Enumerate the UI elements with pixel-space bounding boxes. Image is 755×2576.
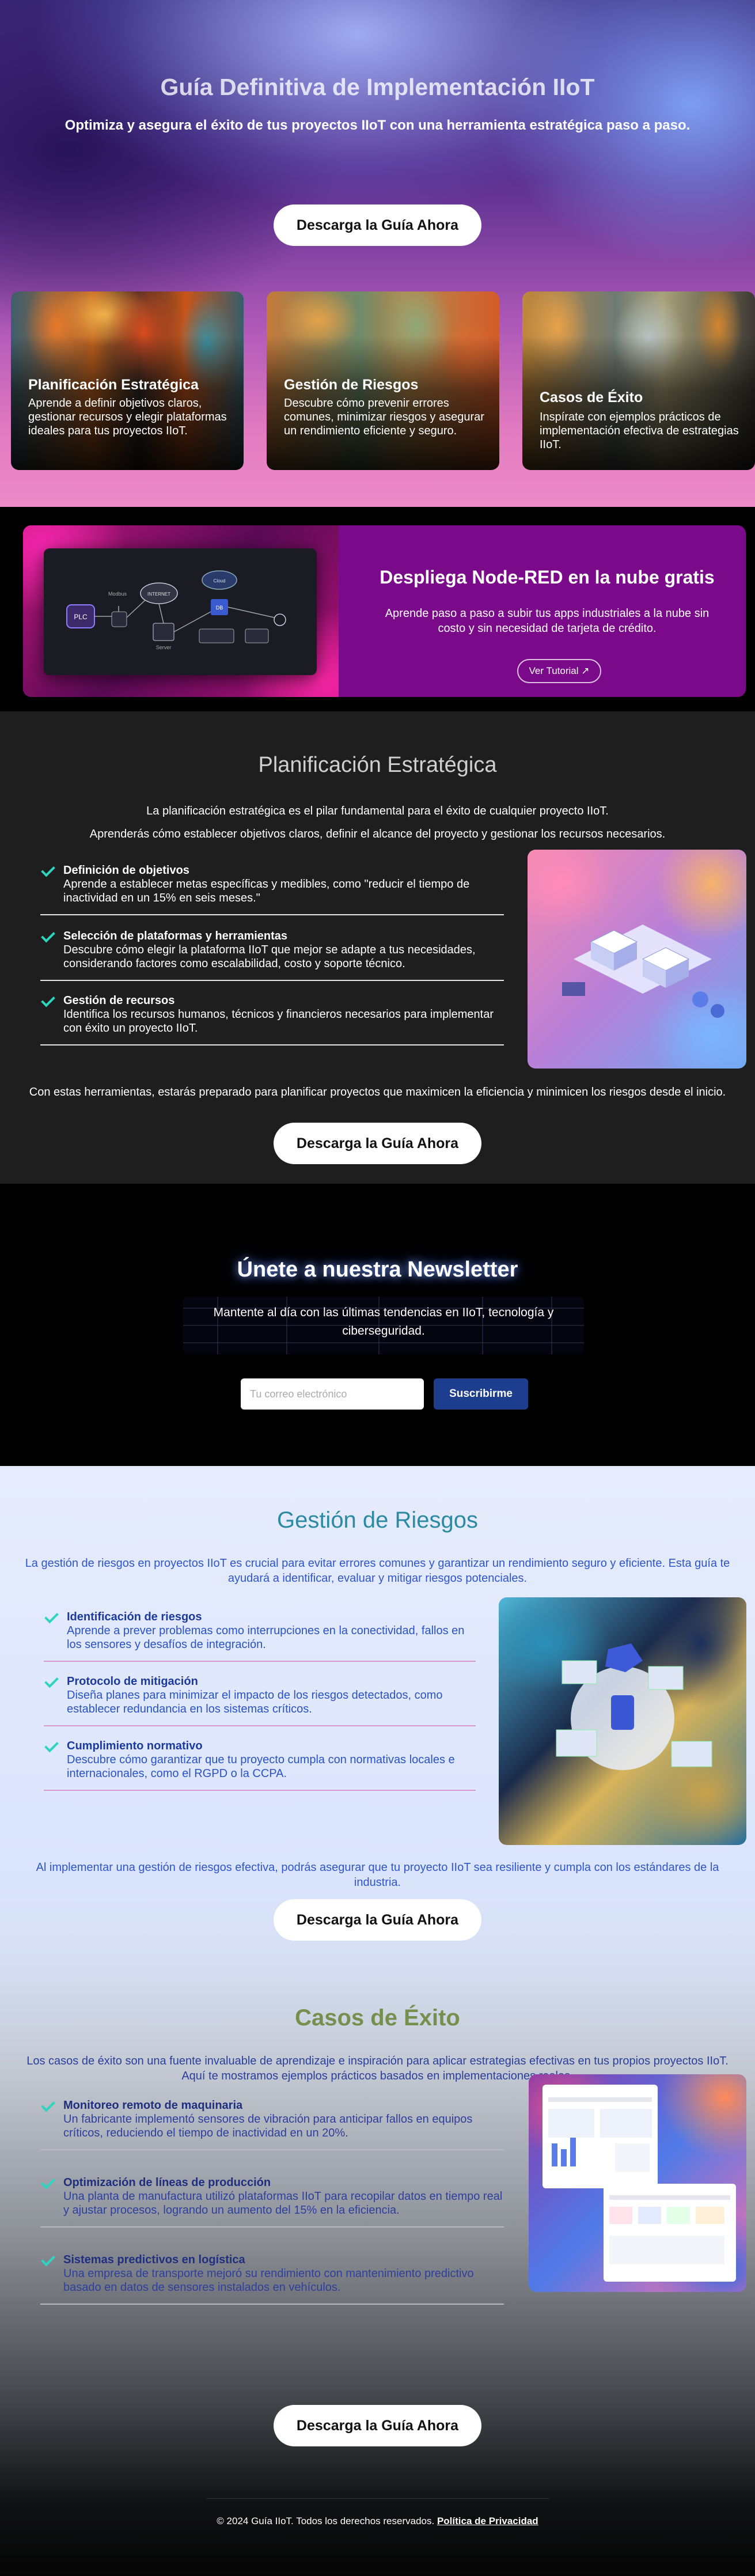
footer-copyright: © 2024 Guía IIoT. Todos los derechos res… bbox=[217, 2516, 435, 2526]
card-title: Gestión de Riesgos bbox=[284, 377, 419, 393]
diagram-internet-label: INTERNET bbox=[147, 592, 170, 597]
nodered-banner[interactable]: PLC Modbus INTERNET Server Cloud DB Desp… bbox=[23, 525, 746, 697]
email-input[interactable] bbox=[241, 1378, 424, 1410]
feature-item: Protocolo de mitigación Diseña planes par… bbox=[44, 1675, 476, 1726]
card-text: Descubre cómo prevenir errores comunes, … bbox=[284, 397, 484, 437]
feature-title: Protocolo de mitigación bbox=[67, 1675, 198, 1688]
download-guide-button[interactable]: Descarga la Guía Ahora bbox=[273, 1899, 482, 1941]
feature-title: Selección de plataformas y herramientas bbox=[63, 930, 288, 942]
exito-title: Casos de Éxito bbox=[295, 2005, 460, 2031]
download-guide-button[interactable]: Descarga la Guía Ahora bbox=[273, 1123, 482, 1164]
dashboard-mockup-image bbox=[529, 2074, 746, 2292]
card-title: Casos de Éxito bbox=[540, 389, 643, 406]
privacy-policy-link[interactable]: Política de Privacidad bbox=[437, 2516, 538, 2526]
card-text: Aprende a definir objetivos claros, gest… bbox=[28, 397, 227, 437]
check-icon bbox=[40, 929, 55, 944]
subscribe-button[interactable]: Suscribirme bbox=[434, 1378, 528, 1410]
nodered-title: Despliega Node-RED en la nube gratis bbox=[380, 567, 715, 588]
check-icon bbox=[44, 1739, 59, 1754]
card-exito[interactable]: Casos de Éxito Inspírate con ejemplos pr… bbox=[522, 291, 755, 470]
footer: © 2024 Guía IIoT. Todos los derechos res… bbox=[0, 2516, 755, 2527]
feature-text: Aprende a prever problemas como interrup… bbox=[67, 1624, 465, 1651]
feature-item: Optimización de líneas de producción Una … bbox=[40, 2176, 504, 2228]
newsletter-section: Únete a nuestra Newsletter Mantente al d… bbox=[0, 1184, 755, 1466]
feature-title: Monitoreo remoto de maquinaria bbox=[63, 2099, 243, 2112]
casos-exito-section: Casos de Éxito Los casos de éxito son un… bbox=[0, 1961, 755, 2576]
feature-title: Optimización de líneas de producción bbox=[63, 2176, 271, 2189]
newsletter-text: Mantente al día con las últimas tendenci… bbox=[213, 1306, 554, 1338]
riesgos-title: Gestión de Riesgos bbox=[276, 1507, 479, 1533]
diagram-modbus-label: Modbus bbox=[108, 591, 127, 597]
feature-text: Aprende a establecer metas específicas y… bbox=[63, 878, 470, 904]
card-riesgos[interactable]: Gestión de Riesgos Descubre cómo preveni… bbox=[267, 291, 499, 470]
feature-title: Gestión de recursos bbox=[63, 994, 175, 1007]
riesgos-section: Gestión de Riesgos La gestión de riesgos… bbox=[0, 1466, 755, 1961]
check-icon bbox=[40, 994, 55, 1009]
check-icon bbox=[40, 2098, 55, 2113]
feature-item: Cumplimiento normativo Descubre cómo gara… bbox=[44, 1739, 476, 1791]
feature-title: Cumplimiento normativo bbox=[67, 1740, 203, 1752]
planificacion-outro: Con estas herramientas, estarás preparad… bbox=[29, 1086, 726, 1098]
newsletter-description-box: Mantente al día con las últimas tendenci… bbox=[183, 1297, 584, 1354]
check-icon bbox=[40, 2253, 55, 2268]
check-icon bbox=[44, 1675, 59, 1689]
check-icon bbox=[40, 863, 55, 878]
feature-title: Sistemas predictivos en logística bbox=[63, 2253, 245, 2266]
check-icon bbox=[44, 1610, 59, 1625]
feature-text: Un fabricante implementó sensores de vib… bbox=[63, 2113, 473, 2139]
planificacion-title: Planificación Estratégica bbox=[258, 753, 497, 777]
feature-text: Descubre cómo garantizar que tu proyecto… bbox=[67, 1753, 455, 1780]
feature-item: Monitoreo remoto de maquinaria Un fabrica… bbox=[40, 2098, 504, 2150]
check-icon bbox=[40, 2176, 55, 2191]
feature-item: Identificación de riesgos Aprende a preve… bbox=[44, 1610, 476, 1662]
riesgos-outro: Al implementar una gestión de riesgos ef… bbox=[36, 1861, 719, 1889]
footer-divider bbox=[206, 2498, 549, 2499]
card-title: Planificación Estratégica bbox=[28, 377, 199, 393]
architecture-diagram: PLC Modbus INTERNET Server Cloud DB bbox=[44, 548, 317, 675]
diagram-server-label: Server bbox=[156, 645, 172, 650]
diagram-cloud-label: Cloud bbox=[214, 578, 226, 584]
nodered-banner-section: PLC Modbus INTERNET Server Cloud DB Desp… bbox=[0, 507, 755, 711]
view-tutorial-button[interactable]: Ver Tutorial ↗ bbox=[517, 659, 601, 683]
feature-item: Gestión de recursos Identifica los recurs… bbox=[40, 994, 504, 1045]
download-guide-button[interactable]: Descarga la Guía Ahora bbox=[273, 2405, 482, 2446]
feature-item: Sistemas predictivos en logística Una emp… bbox=[40, 2253, 504, 2305]
planificacion-section: Planificación Estratégica La planificaci… bbox=[0, 711, 755, 1184]
card-planificacion[interactable]: Planificación Estratégica Aprende a defi… bbox=[11, 291, 244, 470]
planificacion-intro-2: Aprenderás cómo establecer objetivos cla… bbox=[89, 828, 666, 840]
feature-title: Identificación de riesgos bbox=[67, 1611, 202, 1623]
diagram-plc-label: PLC bbox=[74, 613, 88, 621]
card-text: Inspírate con ejemplos prácticos de impl… bbox=[540, 411, 739, 451]
network-security-image bbox=[499, 1597, 746, 1845]
hero-section: Guía Definitiva de Implementación IIoT O… bbox=[0, 0, 755, 507]
hero-title: Guía Definitiva de Implementación IIoT bbox=[160, 74, 595, 100]
feature-title: Definición de objetivos bbox=[63, 864, 189, 877]
feature-item: Definición de objetivos Aprende a estable… bbox=[40, 863, 504, 915]
planificacion-intro-1: La planificación estratégica es el pilar… bbox=[146, 805, 609, 817]
newsletter-title: Únete a nuestra Newsletter bbox=[237, 1257, 518, 1282]
hero-subtitle: Optimiza y asegura el éxito de tus proye… bbox=[65, 118, 690, 133]
feature-text: Descubre cómo elegir la plataforma IIoT … bbox=[63, 944, 476, 970]
riesgos-intro: La gestión de riesgos en proyectos IIoT … bbox=[25, 1557, 730, 1585]
download-guide-button[interactable]: Descarga la Guía Ahora bbox=[273, 204, 482, 246]
feature-text: Una empresa de transporte mejoró su rend… bbox=[63, 2267, 474, 2294]
feature-item: Selección de plataformas y herramientas D… bbox=[40, 929, 504, 981]
diagram-db-label: DB bbox=[216, 605, 223, 611]
isometric-servers-image bbox=[528, 850, 746, 1069]
diagram-illustration: PLC Modbus INTERNET Server Cloud DB bbox=[23, 525, 339, 697]
feature-text: Identifica los recursos humanos, técnico… bbox=[63, 1008, 494, 1035]
feature-text: Diseña planes para minimizar el impacto … bbox=[67, 1689, 443, 1715]
nodered-text: Aprende paso a paso a subir tus apps ind… bbox=[385, 607, 710, 635]
feature-text: Una planta de manufactura utilizó plataf… bbox=[63, 2190, 503, 2217]
